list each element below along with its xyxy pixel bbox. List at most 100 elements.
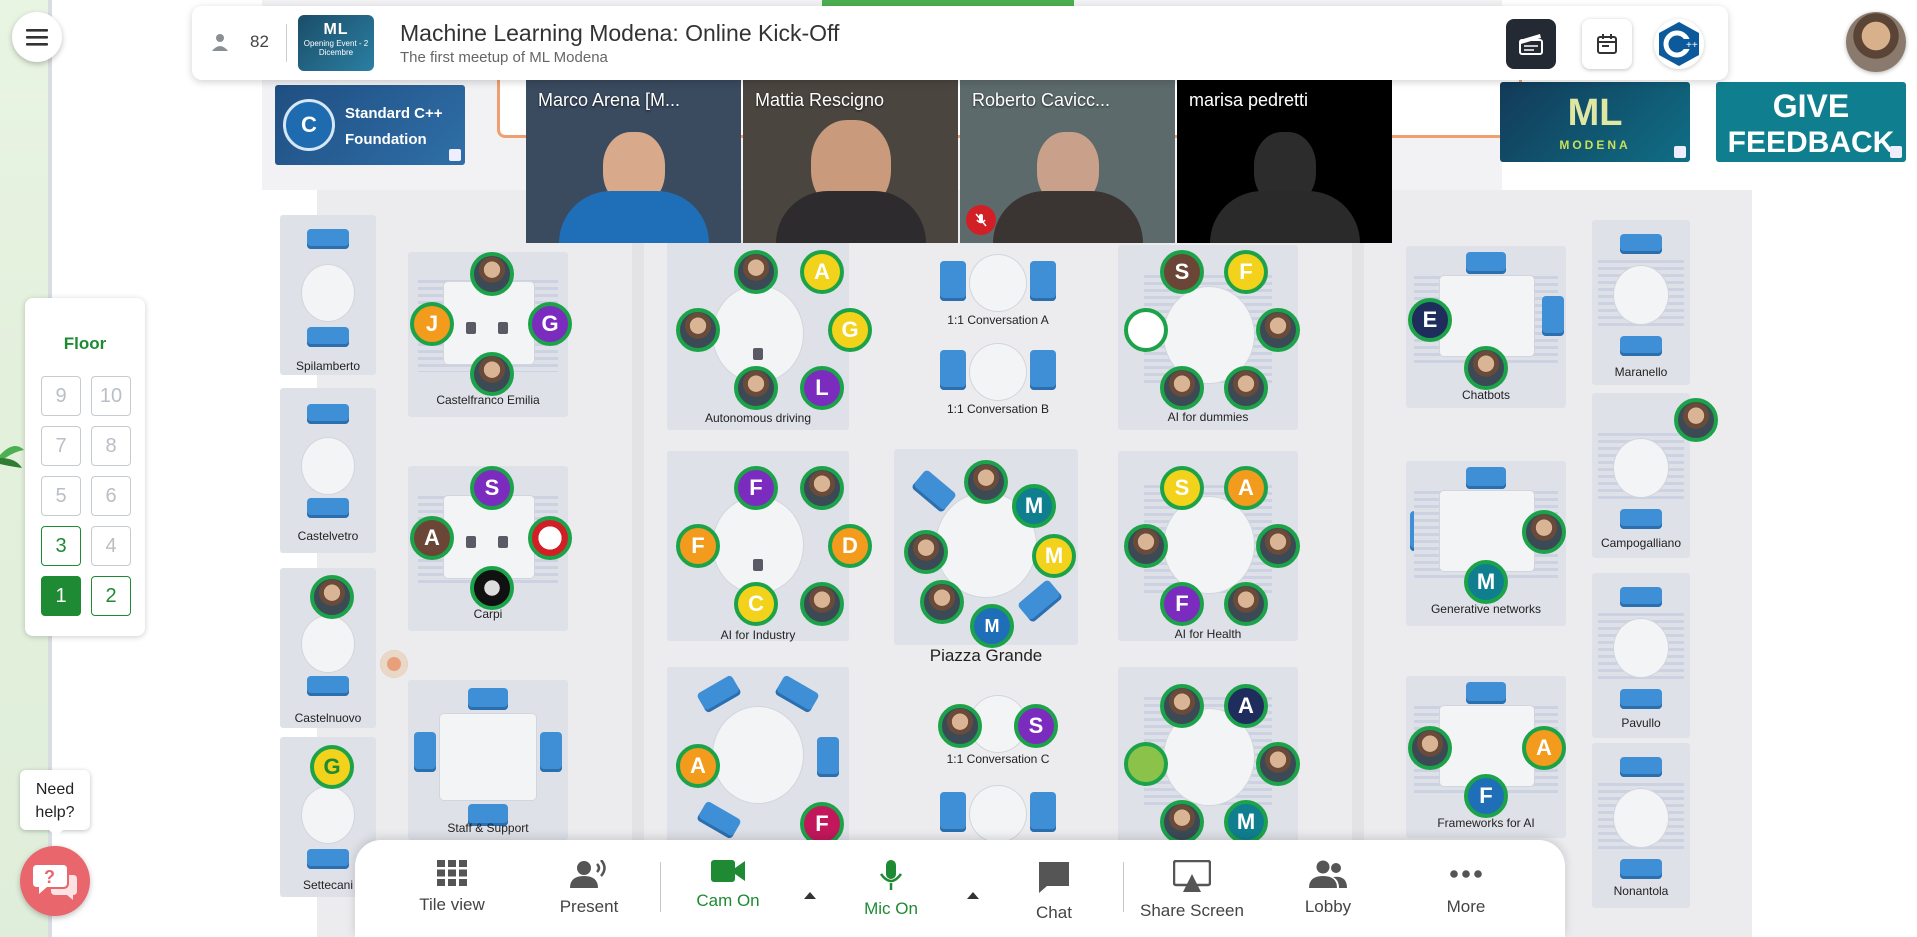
more-button[interactable]: More (1411, 860, 1521, 917)
participant-avatar[interactable]: G (828, 308, 872, 352)
participant-avatar[interactable]: S (1160, 466, 1204, 510)
participant-avatar[interactable] (904, 530, 948, 574)
participant-avatar[interactable] (310, 575, 354, 619)
floor-button-4[interactable]: 4 (91, 526, 131, 566)
participant-avatar[interactable] (734, 366, 778, 410)
participant-avatar[interactable] (1256, 308, 1300, 352)
chat-button[interactable]: Chat (999, 860, 1109, 923)
lobby-button[interactable]: Lobby (1273, 860, 1383, 917)
participant-avatar[interactable] (1124, 524, 1168, 568)
floor-button-9[interactable]: 9 (41, 376, 81, 416)
participant-avatar[interactable] (920, 580, 964, 624)
participant-avatar[interactable]: F (1464, 774, 1508, 818)
room-maranello[interactable] (1592, 220, 1690, 385)
mic-toggle-button[interactable]: Mic On (836, 860, 946, 919)
camera-toggle-button[interactable]: Cam On (673, 860, 783, 911)
presenter-icon (570, 860, 606, 888)
room-conversation-b[interactable] (934, 344, 1062, 404)
participant-avatar[interactable]: D (828, 524, 872, 568)
participant-avatar[interactable]: C (734, 582, 778, 626)
floor-button-8[interactable]: 8 (91, 426, 131, 466)
video-tile-name: marisa pedretti (1189, 90, 1309, 110)
lamp-decoration (380, 650, 408, 678)
participant-avatar[interactable]: M (1224, 800, 1268, 844)
participant-avatar[interactable]: A (410, 516, 454, 560)
participant-avatar[interactable] (964, 460, 1008, 504)
participant-avatar[interactable]: S (470, 466, 514, 510)
participant-avatar[interactable]: A (800, 250, 844, 294)
room-pavullo[interactable] (1592, 573, 1690, 738)
participant-avatar[interactable] (528, 516, 572, 560)
participant-avatar[interactable] (1674, 398, 1718, 442)
participant-avatar[interactable]: J (410, 302, 454, 346)
participant-avatar[interactable] (470, 566, 514, 610)
user-profile-avatar[interactable] (1846, 12, 1906, 72)
participant-avatar[interactable] (1160, 800, 1204, 844)
participant-avatar[interactable]: M (970, 604, 1014, 648)
participant-avatar[interactable]: A (1224, 466, 1268, 510)
video-tile[interactable]: Mattia Rescigno (743, 80, 958, 243)
hamburger-menu-button[interactable] (12, 12, 62, 62)
participant-avatar[interactable]: F (734, 466, 778, 510)
floor-button-7[interactable]: 7 (41, 426, 81, 466)
room-conversation-a[interactable] (934, 255, 1062, 315)
participant-avatar[interactable] (1256, 524, 1300, 568)
participant-avatar[interactable] (1224, 582, 1268, 626)
participant-avatar[interactable]: G (528, 302, 572, 346)
participant-avatar[interactable]: F (1224, 250, 1268, 294)
camera-options-chevron-icon[interactable] (804, 892, 816, 899)
participant-avatar[interactable]: M (1012, 484, 1056, 528)
participant-avatar[interactable] (1522, 510, 1566, 554)
floor-button-2[interactable]: 2 (91, 576, 131, 616)
video-tile[interactable]: Roberto Cavicc... (960, 80, 1175, 243)
room-conversation-d[interactable] (934, 786, 1062, 846)
participant-avatar[interactable]: M (1464, 560, 1508, 604)
participant-avatar[interactable]: A (676, 744, 720, 788)
present-button[interactable]: Present (534, 860, 644, 917)
participant-avatar[interactable] (800, 582, 844, 626)
give-feedback-banner[interactable]: GIVE FEEDBACK (1716, 82, 1906, 162)
participant-avatar[interactable]: M (1032, 534, 1076, 578)
participant-avatar[interactable]: G (310, 745, 354, 789)
participant-avatar[interactable]: A (1522, 726, 1566, 770)
participant-avatar[interactable]: F (1160, 582, 1204, 626)
cpp-foundation-banner[interactable]: C Standard C++ Foundation (275, 85, 465, 165)
participant-avatar[interactable] (1124, 308, 1168, 352)
share-screen-button[interactable]: Share Screen (1137, 860, 1247, 921)
participant-avatar[interactable] (1160, 684, 1204, 728)
participant-avatar[interactable]: S (1014, 704, 1058, 748)
mic-options-chevron-icon[interactable] (967, 892, 979, 899)
floor-button-6[interactable]: 6 (91, 476, 131, 516)
participant-avatar[interactable] (1224, 366, 1268, 410)
cpp-logo-button[interactable]: ++ (1654, 19, 1704, 69)
participant-avatar[interactable] (1124, 742, 1168, 786)
video-tile[interactable]: Marco Arena [M... (526, 80, 741, 243)
participant-avatar[interactable]: S (1160, 250, 1204, 294)
participant-avatar[interactable]: L (800, 366, 844, 410)
participant-avatar[interactable] (1464, 346, 1508, 390)
participant-avatar[interactable] (800, 466, 844, 510)
clapperboard-button[interactable] (1506, 19, 1556, 69)
participant-avatar[interactable] (1408, 726, 1452, 770)
participant-avatar[interactable] (1160, 366, 1204, 410)
participant-avatar[interactable]: E (1408, 298, 1452, 342)
ml-modena-banner[interactable]: ML MODENA (1500, 82, 1690, 162)
participant-avatar[interactable]: A (1224, 684, 1268, 728)
floor-button-3[interactable]: 3 (41, 526, 81, 566)
tile-view-button[interactable]: Tile view (397, 860, 507, 915)
participant-avatar[interactable] (676, 308, 720, 352)
participant-avatar[interactable] (734, 250, 778, 294)
participant-avatar[interactable]: F (676, 524, 720, 568)
participant-avatar[interactable] (1256, 742, 1300, 786)
floor-button-1[interactable]: 1 (41, 576, 81, 616)
floor-button-10[interactable]: 10 (91, 376, 131, 416)
room-spilamberto[interactable] (280, 215, 376, 375)
participant-avatar[interactable] (470, 352, 514, 396)
help-button[interactable]: ? (20, 846, 90, 916)
room-staff-support[interactable] (408, 680, 568, 840)
participant-avatar[interactable] (938, 704, 982, 748)
floor-button-5[interactable]: 5 (41, 476, 81, 516)
video-tile[interactable]: marisa pedretti (1177, 80, 1392, 243)
participant-avatar[interactable] (470, 252, 514, 296)
calendar-button[interactable] (1582, 19, 1632, 69)
